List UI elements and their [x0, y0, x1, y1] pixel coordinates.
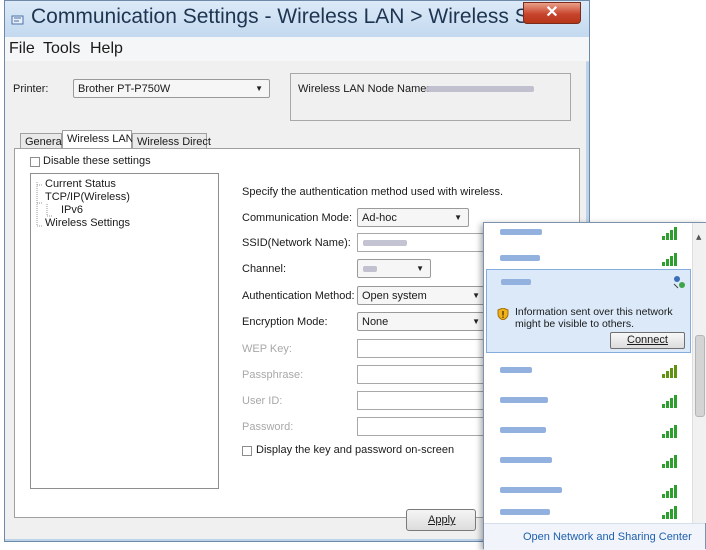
signal-strength-icon: [662, 424, 678, 438]
display-key-checkbox[interactable]: [242, 446, 252, 456]
adhoc-network-icon: [673, 276, 685, 289]
node-name-box: Wireless LAN Node Name:: [290, 73, 571, 121]
wep-key-label: WEP Key:: [242, 343, 292, 355]
signal-strength-icon: [662, 226, 678, 240]
encryption-mode-value: None: [362, 316, 389, 328]
chevron-down-icon: ▼: [416, 264, 424, 273]
ssid-value-redacted: [363, 240, 407, 246]
auth-method-select[interactable]: Open system ▼: [357, 286, 487, 305]
signal-strength-icon: [662, 394, 678, 408]
signal-strength-icon: [662, 252, 678, 266]
password-input[interactable]: [357, 417, 487, 436]
encryption-mode-label: Encryption Mode:: [242, 316, 328, 328]
display-key-label: Display the key and password on-screen: [256, 444, 455, 456]
settings-tree: Current Status TCP/IP(Wireless) IPv6 Wir…: [30, 173, 219, 489]
network-name-redacted: [500, 367, 532, 373]
signal-strength-icon: [662, 505, 678, 519]
network-name-redacted: [500, 397, 548, 403]
menu-file[interactable]: File: [9, 40, 35, 58]
channel-label: Channel:: [242, 263, 287, 275]
menu-bar: File Tools Help: [5, 37, 589, 62]
tab-wireless-lan[interactable]: Wireless LAN: [62, 130, 134, 149]
disable-settings-checkbox[interactable]: [30, 157, 40, 167]
tab-wireless-direct[interactable]: Wireless Direct: [132, 133, 211, 149]
chevron-down-icon: ▼: [255, 84, 263, 93]
passphrase-label: Passphrase:: [242, 369, 304, 381]
comm-mode-select[interactable]: Ad-hoc ▼: [357, 208, 469, 227]
printer-select[interactable]: Brother PT-P750W ▼: [73, 79, 270, 98]
printer-select-value: Brother PT-P750W: [78, 83, 171, 95]
network-name-redacted: [500, 427, 546, 433]
wep-key-input[interactable]: [357, 339, 487, 358]
menu-help[interactable]: Help: [90, 40, 123, 58]
user-id-label: User ID:: [242, 395, 283, 407]
network-name-redacted: [500, 229, 542, 235]
title-bar[interactable]: Communication Settings - Wireless LAN > …: [5, 1, 589, 37]
flyout-footer: Open Network and Sharing Center: [484, 523, 705, 550]
user-id-input[interactable]: [357, 391, 487, 410]
encryption-mode-select[interactable]: None ▼: [357, 312, 487, 331]
signal-strength-icon: [662, 364, 678, 378]
tree-item-tcpip[interactable]: TCP/IP(Wireless): [45, 191, 130, 203]
ssid-input[interactable]: [357, 233, 487, 252]
tree-item-wireless-settings[interactable]: Wireless Settings: [45, 217, 130, 229]
passphrase-input[interactable]: [357, 365, 487, 384]
tab-general[interactable]: General: [20, 133, 64, 149]
network-name-redacted: [500, 457, 552, 463]
network-row[interactable]: [484, 385, 692, 415]
chevron-down-icon: ▼: [472, 317, 480, 326]
network-row[interactable]: [484, 501, 692, 523]
network-name-redacted: [500, 509, 550, 515]
close-button[interactable]: ✕: [523, 2, 581, 24]
tree-item-current-status[interactable]: Current Status: [45, 178, 116, 190]
security-warning-text: Information sent over this network might…: [515, 306, 673, 330]
signal-strength-icon: [662, 454, 678, 468]
connect-button[interactable]: Connect: [610, 332, 685, 349]
network-name-redacted: [500, 487, 562, 493]
wireless-networks-flyout: Information sent over this network might…: [483, 222, 706, 550]
window-title: Communication Settings - Wireless LAN > …: [31, 5, 575, 28]
auth-method-label: Authentication Method:: [242, 290, 355, 302]
auth-description: Specify the authentication method used w…: [242, 186, 504, 198]
channel-select[interactable]: ▼: [357, 259, 431, 278]
signal-strength-icon: [662, 484, 678, 498]
apply-button[interactable]: Apply: [406, 509, 476, 531]
auth-method-value: Open system: [362, 290, 427, 302]
password-label: Password:: [242, 421, 294, 433]
chevron-down-icon: ▼: [454, 213, 462, 222]
network-name-redacted: [500, 255, 540, 261]
flyout-scrollbar[interactable]: ▲: [692, 223, 706, 523]
node-name-label: Wireless LAN Node Name:: [298, 83, 430, 95]
network-row[interactable]: [484, 355, 692, 385]
comm-mode-value: Ad-hoc: [362, 212, 397, 224]
app-icon: [11, 15, 24, 25]
chevron-down-icon: ▼: [472, 291, 480, 300]
network-row[interactable]: [484, 415, 692, 445]
comm-mode-label: Communication Mode:: [242, 212, 353, 224]
menu-tools[interactable]: Tools: [43, 40, 80, 58]
node-name-value-redacted: [426, 86, 534, 92]
scrollbar-thumb[interactable]: [695, 335, 705, 417]
warning-shield-icon: [497, 308, 509, 320]
tree-item-ipv6[interactable]: IPv6: [61, 204, 83, 216]
network-row[interactable]: [484, 445, 692, 475]
selected-network[interactable]: Information sent over this network might…: [486, 269, 691, 353]
channel-value-redacted: [363, 266, 377, 272]
scroll-up-icon[interactable]: ▲: [696, 233, 701, 241]
open-network-center-link[interactable]: Open Network and Sharing Center: [523, 531, 692, 543]
network-name-redacted: [501, 279, 531, 285]
disable-settings-label: Disable these settings: [43, 155, 151, 167]
printer-label: Printer:: [13, 83, 49, 95]
ssid-label: SSID(Network Name):: [242, 237, 351, 249]
